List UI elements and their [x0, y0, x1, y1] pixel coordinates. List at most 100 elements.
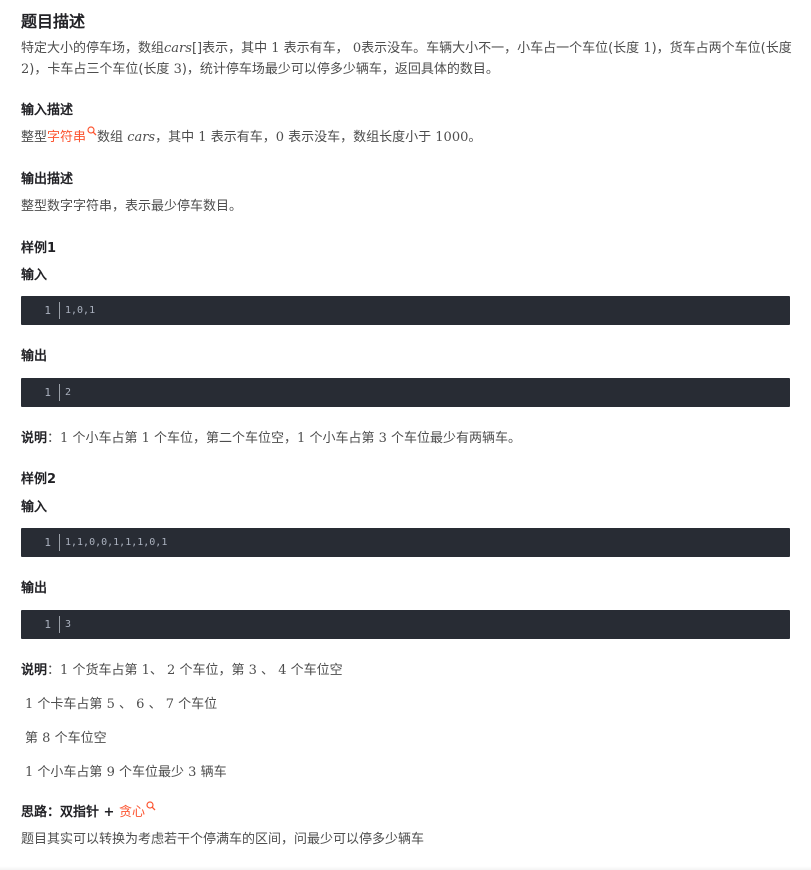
math-number: 3 [378, 431, 387, 446]
note-label: 说明 [21, 431, 48, 446]
note-text: 、 [149, 663, 163, 678]
input-desc-text: 整型字符串 数组 cars，其中 1 表示有车，0 表示没车，数组长度小于 100… [21, 126, 481, 145]
description-text: )，货车占两个车位(长度 [651, 41, 792, 56]
description-text: 表示有车， [283, 41, 349, 56]
input-desc-text-part: 表示有车， [210, 130, 276, 145]
math-number: 4 [278, 663, 287, 678]
line-number-divider [59, 302, 60, 319]
example2-note-line-2: 1 个卡车占第 5 、 6 、 7 个车位 [25, 693, 217, 712]
description-text: 特定大小的停车场，数组 [21, 41, 165, 56]
note-text: 、 [119, 697, 133, 712]
math-number: 0 [352, 41, 362, 56]
line-number: 1 [44, 386, 51, 399]
math-number: 1 [141, 663, 150, 678]
note-colon: ： [47, 663, 61, 678]
note-text: 个车位，第 [179, 663, 245, 678]
line-number: 1 [44, 536, 51, 549]
search-icon [146, 801, 156, 811]
output-desc-text: 整型数字字符串，表示最少停车数目。 [21, 199, 243, 214]
description-text: )，统计停车场最少可以停多少辆车，返回具体的数目。 [181, 62, 499, 77]
note-colon: ： [47, 431, 61, 446]
note-text: 个小车占第 [72, 431, 138, 446]
bottom-divider [0, 866, 811, 870]
example2-input-code-block[interactable]: 1 1,1,0,0,1,1,1,0,1 [21, 528, 790, 557]
example2-note-line-4: 1 个小车占第 9 个车位最少 3 辆车 [25, 761, 227, 780]
math-number: 1 [141, 431, 150, 446]
note-text: 个车位，第二个车位空， [154, 431, 298, 446]
math-number: 1 [60, 663, 69, 678]
input-desc-text-part: 。 [468, 130, 482, 145]
line-number-divider [59, 616, 60, 633]
math-number: 3 [188, 765, 197, 780]
example2-input-label: 输入 [21, 500, 48, 515]
math-number: 1000 [435, 130, 469, 145]
math-number: 3 [248, 663, 257, 678]
math-number: 8 [42, 731, 51, 746]
math-number: 1 [25, 765, 34, 780]
example1-note: 说明：1 个小车占第 1 个车位，第二个车位空，1 个小车占第 3 个车位最少有… [21, 427, 521, 446]
math-number: 1 [198, 130, 207, 145]
line-number: 1 [44, 618, 51, 631]
example1-input-label: 输入 [21, 268, 48, 283]
example2-note-line-1: 说明：1 个货车占第 1、 2 个车位，第 3 、 4 个车位空 [21, 659, 343, 678]
math-number: 9 [106, 765, 115, 780]
note-text: 辆车 [200, 765, 227, 780]
math-number: 5 [106, 697, 115, 712]
description-text: )，卡车占三个车位(长度 [29, 62, 170, 77]
input-desc-heading: 输入描述 [21, 103, 74, 118]
note-text: 个车位空 [290, 663, 343, 678]
input-desc-prefix: 整型 [21, 130, 48, 145]
note-text: 、 [261, 663, 275, 678]
output-desc-heading: 输出描述 [21, 172, 74, 187]
code-line: 1,0,1 [65, 305, 96, 316]
string-keyword-link[interactable]: 字符串 [47, 126, 97, 145]
string-keyword-label: 字符串 [47, 130, 87, 145]
greedy-keyword-label: 贪心 [118, 805, 145, 820]
note-text: 个卡车占第 [37, 697, 103, 712]
note-text: 个车位最少有两辆车。 [391, 431, 522, 446]
math-number: 1 [297, 431, 306, 446]
math-number: 0 [275, 130, 284, 145]
page-title: 题目描述 [21, 12, 86, 31]
input-desc-text-part: 表示没车，数组长度小于 [288, 130, 432, 145]
code-line: 3 [65, 619, 72, 630]
input-desc-text-part: 数组 [97, 130, 124, 145]
note-text: 个小车占第 [37, 765, 103, 780]
problem-page: 题目描述 特定大小的停车场，数组cars[]表示，其中 1 表示有车， 0表示没… [0, 0, 811, 870]
note-text: 个车位空 [54, 731, 107, 746]
math-number: 1 [25, 697, 34, 712]
math-number: 6 [136, 697, 145, 712]
code-line: 2 [65, 387, 72, 398]
description-line-1: 特定大小的停车场，数组cars[]表示，其中 1 表示有车， 0表示没车。车辆大… [21, 37, 792, 56]
math-var: cars [164, 41, 192, 56]
line-number: 1 [44, 304, 51, 317]
math-number: 1 [643, 41, 652, 56]
code-line: 1,1,0,0,1,1,1,0,1 [65, 537, 168, 548]
input-desc-text-part: ，其中 [155, 130, 195, 145]
note-text: 个车位 [178, 697, 218, 712]
description-line-2: 2)，卡车占三个车位(长度 3)，统计停车场最少可以停多少辆车，返回具体的数目。 [21, 58, 499, 77]
note-text: 个车位最少 [119, 765, 185, 780]
approach-heading: 思路：双指针 + 贪心 [21, 801, 156, 820]
math-number: 1 [60, 431, 69, 446]
example1-input-code-block[interactable]: 1 1,0,1 [21, 296, 790, 325]
example2-note-line-3: 第 8 个车位空 [25, 727, 107, 746]
math-number: 2 [167, 663, 176, 678]
example1-output-label: 输出 [21, 349, 48, 364]
math-number: 1 [271, 41, 280, 56]
note-text: 个货车占第 [72, 663, 138, 678]
example2-output-code-block[interactable]: 1 3 [21, 610, 790, 639]
example2-heading: 样例2 [21, 472, 57, 487]
greedy-keyword-link[interactable]: 贪心 [118, 801, 156, 820]
example1-output-code-block[interactable]: 1 2 [21, 378, 790, 407]
math-var: cars [127, 130, 156, 145]
approach-text: 题目其实可以转换为考虑若干个停满车的区间，问最少可以停多少辆车 [21, 832, 425, 847]
search-icon [87, 126, 97, 136]
example2-output-label: 输出 [21, 581, 48, 596]
note-text: 第 [25, 731, 39, 746]
math-number: 7 [165, 697, 175, 712]
description-text: []表示，其中 [191, 41, 268, 56]
note-label: 说明 [21, 663, 48, 678]
description-text: 表示没车。车辆大小不一，小车占一个车位(长度 [361, 41, 640, 56]
note-text: 、 [148, 697, 162, 712]
